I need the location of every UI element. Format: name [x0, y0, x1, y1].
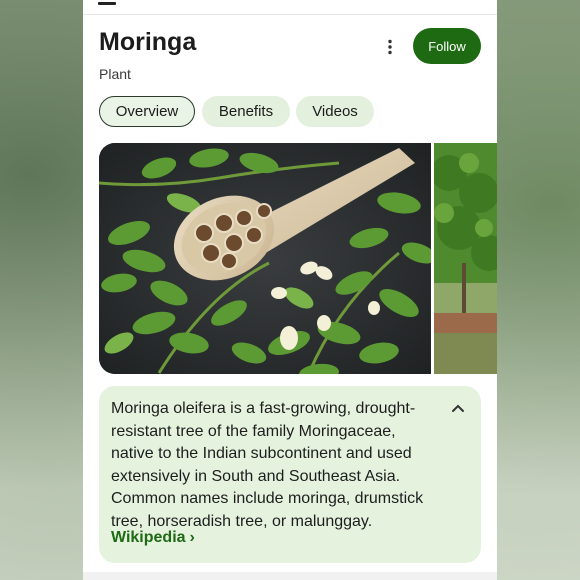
- more-vert-icon: [388, 39, 392, 55]
- tab-label: Overview: [115, 103, 179, 120]
- moringa-tree-image[interactable]: [434, 143, 497, 374]
- tab-label: Videos: [312, 103, 358, 120]
- entity-title: Moringa: [99, 28, 197, 56]
- description-text: Moringa oleifera is a fast-growing, drou…: [111, 400, 424, 530]
- wikipedia-link[interactable]: Wikipedia ›: [111, 529, 195, 547]
- entity-subtitle: Plant: [99, 66, 131, 82]
- description-card: Moringa oleifera is a fast-growing, drou…: [99, 386, 481, 563]
- chevron-right-icon: ›: [189, 529, 195, 546]
- top-bar: [83, 0, 497, 15]
- follow-button[interactable]: Follow: [413, 28, 481, 64]
- tab-label: Benefits: [218, 103, 274, 120]
- chevron-up-icon: [452, 404, 464, 412]
- tab-videos[interactable]: Videos: [296, 96, 374, 127]
- bottom-divider: [83, 572, 497, 580]
- collapse-button[interactable]: [449, 400, 467, 418]
- tab-benefits[interactable]: Benefits: [202, 96, 290, 127]
- moringa-seeds-spoon-image[interactable]: [99, 143, 431, 374]
- drag-handle[interactable]: [98, 2, 116, 5]
- source-label: Wikipedia: [111, 529, 186, 546]
- tab-overview[interactable]: Overview: [99, 96, 195, 127]
- knowledge-panel: Moringa Plant Follow Overview Benefits V…: [83, 0, 497, 580]
- more-options-button[interactable]: [379, 36, 401, 58]
